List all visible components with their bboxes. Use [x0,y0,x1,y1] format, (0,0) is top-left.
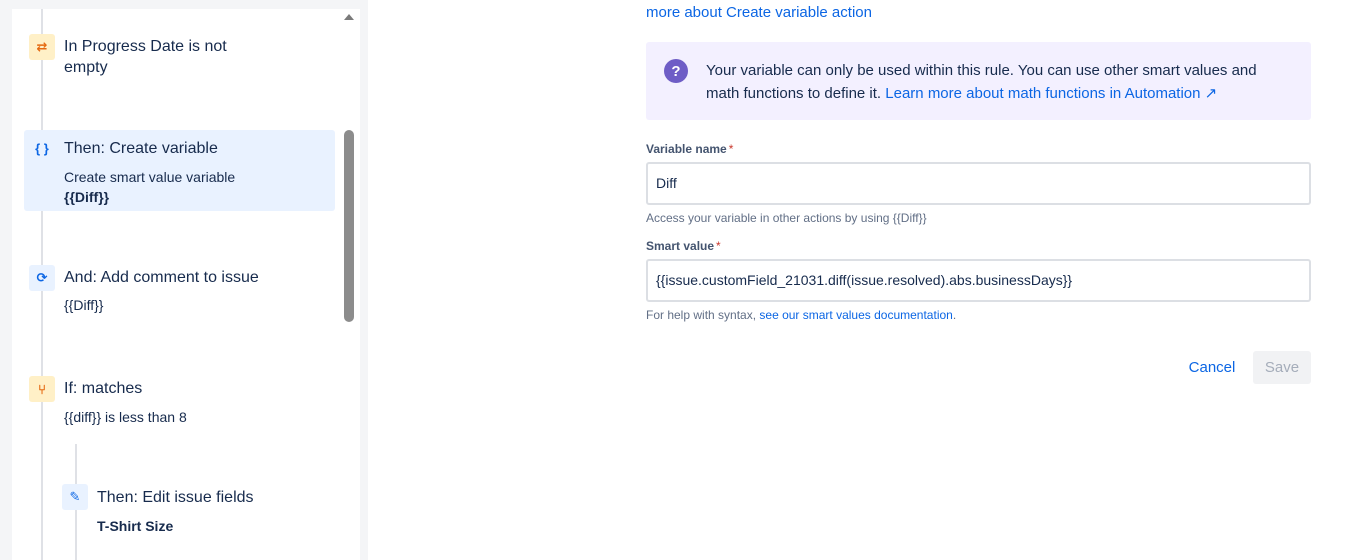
smart-value-helper-text: For help with syntax, [646,308,757,322]
info-text: Your variable can only be used within th… [706,59,1286,105]
smart-value-label-text: Smart value [646,239,715,253]
required-mark: * [716,239,721,253]
braces-icon: { } [35,140,49,156]
step-field: T-Shirt Size [97,518,174,534]
smart-values-docs-link[interactable]: see our smart values documentation [759,308,952,322]
step-title: In Progress Date is not [64,38,227,55]
rule-step-create-variable[interactable]: { } Then: Create variable Create smart v… [24,130,335,211]
math-functions-link[interactable]: Learn more about math functions in Autom… [885,85,1217,102]
required-mark: * [728,142,734,156]
save-button[interactable]: Save [1253,351,1311,384]
variable-name-input[interactable]: Diff [646,162,1311,205]
variable-name-label: Variable name * [646,142,733,156]
cancel-button[interactable]: Cancel [1180,351,1244,384]
rule-step-edit-issue-fields[interactable]: ✎ Then: Edit issue fields T-Shirt Size [57,479,335,539]
create-variable-docs-link[interactable]: more about Create variable action [646,4,872,21]
scroll-up-arrow-icon[interactable] [344,14,354,20]
question-icon: ? [664,59,688,83]
branch-icon: ⑂ [29,376,55,402]
step-description: Create smart value variable [64,169,236,185]
rule-step-if-matches[interactable]: ⑂ If: matches {{diff}} is less than 8 [24,371,335,431]
step-variable: {{Diff}} [64,189,110,205]
helper-period: . [952,308,957,322]
step-title-cont: empty [64,59,108,76]
step-title: And: Add comment to issue [64,269,259,286]
rule-step-condition-in-progress[interactable]: ⇄ In Progress Date is not empty [24,29,335,89]
scrollbar-thumb[interactable] [344,130,354,322]
step-title: Then: Create variable [64,140,218,157]
step-description: {{diff}} is less than 8 [64,409,187,425]
variable-name-helper: Access your variable in other actions by… [646,211,927,225]
refresh-icon: ⟳ [29,265,55,291]
rule-step-list: ⇄ In Progress Date is not empty { } Then… [12,9,360,560]
step-title: If: matches [64,380,143,397]
smart-value-label: Smart value * [646,239,721,253]
smart-value-helper: For help with syntax, see our smart valu… [646,308,956,322]
step-title: Then: Edit issue fields [97,489,254,506]
pencil-icon: ✎ [62,484,88,510]
smart-value-input[interactable]: {{issue.customField_21031.diff(issue.res… [646,259,1311,302]
step-description: {{Diff}} [64,297,104,313]
rule-sidebar: ⇄ In Progress Date is not empty { } Then… [0,0,368,560]
info-panel: ? Your variable can only be used within … [646,42,1311,120]
shuffle-icon: ⇄ [29,34,55,60]
rule-step-add-comment[interactable]: ⟳ And: Add comment to issue {{Diff}} [24,259,335,319]
variable-name-label-text: Variable name [646,142,727,156]
